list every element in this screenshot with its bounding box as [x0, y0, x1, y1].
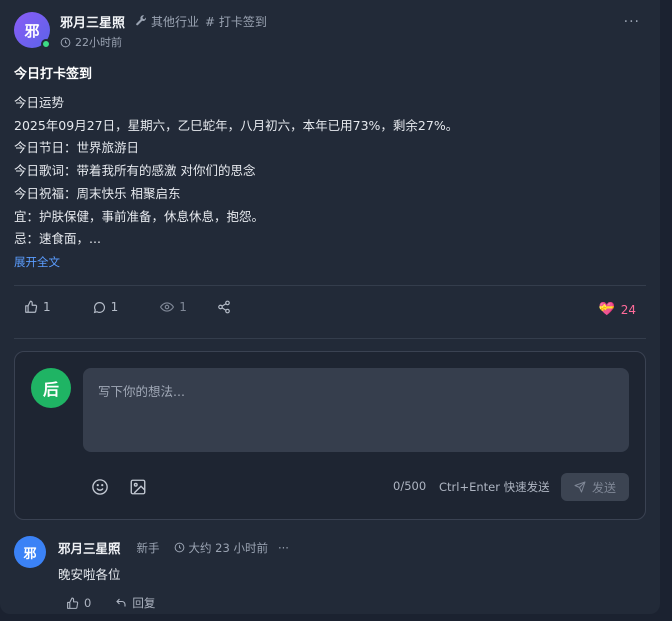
reply-author-name[interactable]: 邪月三星照: [58, 538, 121, 557]
wrench-icon: [136, 15, 147, 26]
online-status-dot: [41, 39, 51, 49]
share-icon: [218, 300, 230, 314]
author-avatar[interactable]: 邪: [14, 12, 51, 49]
body-line: 忌：速食面，...: [14, 231, 101, 247]
reply-like-button[interactable]: 0: [66, 596, 91, 610]
reaction-number: 24: [620, 302, 636, 317]
topic-tag[interactable]: # 打卡签到: [205, 13, 267, 30]
share-button[interactable]: [217, 300, 236, 314]
industry-label: 其他行业: [151, 14, 200, 29]
comment-input[interactable]: [83, 368, 629, 452]
body-line: 2025年09月27日，星期六，乙巳蛇年，八月初六，本年已用73%，剩余27%。: [14, 117, 459, 133]
char-counter: 0/500: [393, 479, 427, 493]
view-count: 1: [179, 300, 187, 314]
reply-text: 晚安啦各位: [58, 567, 121, 582]
body-line: 今日祝福：周末快乐 相聚启东: [14, 185, 181, 201]
thumbs-up-icon: [25, 300, 38, 313]
clock-icon: [60, 37, 71, 47]
post-body: 今日运势 2025年09月27日，星期六，乙巳蛇年，八月初六，本年已用73%，剩…: [14, 92, 634, 251]
image-icon: [130, 479, 146, 495]
more-options-button[interactable]: ···: [624, 14, 640, 30]
reply-like-count: 0: [84, 596, 92, 610]
smiley-icon: [92, 479, 108, 495]
author-avatar-text: 邪: [24, 21, 40, 40]
image-upload-button[interactable]: [129, 478, 147, 496]
eye-icon: [160, 302, 175, 312]
user-level-badge: 新手: [136, 540, 160, 555]
reply-avatar[interactable]: 邪: [14, 536, 46, 568]
divider: [14, 338, 646, 339]
current-user-avatar: 后: [31, 368, 71, 408]
send-label: 发送: [591, 480, 616, 495]
comment-count: 1: [110, 300, 119, 314]
reply-label: 回复: [132, 596, 156, 610]
body-line: 今日运势: [14, 95, 65, 110]
composer-tools: [91, 478, 167, 496]
author-name[interactable]: 邪月三星照: [60, 12, 125, 31]
reply-more-button[interactable]: ···: [278, 541, 289, 555]
expand-full-text-link[interactable]: 展开全文: [14, 254, 60, 270]
reply-button[interactable]: 回复: [115, 595, 155, 611]
author-block: 邪月三星照 其他行业 # 打卡签到 22小时前: [60, 12, 267, 50]
reply-arrow-icon: [116, 598, 126, 607]
reply-header: 邪月三星照 新手 大约 23 小时前 ···: [58, 538, 289, 557]
send-button[interactable]: 发送: [561, 473, 629, 501]
emoji-button[interactable]: [91, 478, 109, 496]
body-line: 宜：护肤保健，事前准备，休息休息，抱怨。: [14, 208, 265, 224]
post-time: 22小时前: [60, 34, 267, 50]
body-line: 今日节日：世界旅游日: [14, 140, 140, 156]
comment-button[interactable]: 1: [93, 300, 119, 314]
reply-time-text: 大约 23 小时前: [188, 540, 268, 555]
divider: [14, 285, 646, 286]
comment-bubble-icon: [93, 301, 105, 313]
post-time-text: 22小时前: [75, 36, 122, 49]
reaction-count[interactable]: 💝 24: [599, 302, 636, 317]
shortcut-hint: Ctrl+Enter 快速发送: [439, 480, 550, 494]
comment-composer: 后 0/500 Ctrl+Enter 快速发送 发送: [14, 351, 646, 520]
post-actions: 1 1 1: [24, 300, 236, 314]
reply-actions: 0 回复: [66, 595, 179, 611]
body-line: 今日歌词：带着我所有的感激 对你们的思念: [14, 163, 256, 179]
heart-gift-icon: 💝: [598, 302, 615, 317]
like-button[interactable]: 1: [24, 300, 51, 314]
post-card: 邪 邪月三星照 其他行业 # 打卡签到 22小时前 ··· 今日打卡签到 今日运…: [0, 0, 660, 614]
post-title: 今日打卡签到: [14, 67, 93, 82]
industry-tag[interactable]: 其他行业: [135, 13, 199, 30]
clock-icon: [174, 542, 184, 553]
send-icon: [574, 481, 586, 493]
post-header: 邪 邪月三星照 其他行业 # 打卡签到 22小时前: [14, 12, 267, 50]
reply-time: 大约 23 小时前: [174, 540, 268, 556]
like-count: 1: [43, 300, 51, 314]
thumbs-up-icon: [67, 597, 79, 609]
author-line: 邪月三星照 其他行业 # 打卡签到: [60, 12, 267, 31]
views: 1: [160, 300, 187, 314]
